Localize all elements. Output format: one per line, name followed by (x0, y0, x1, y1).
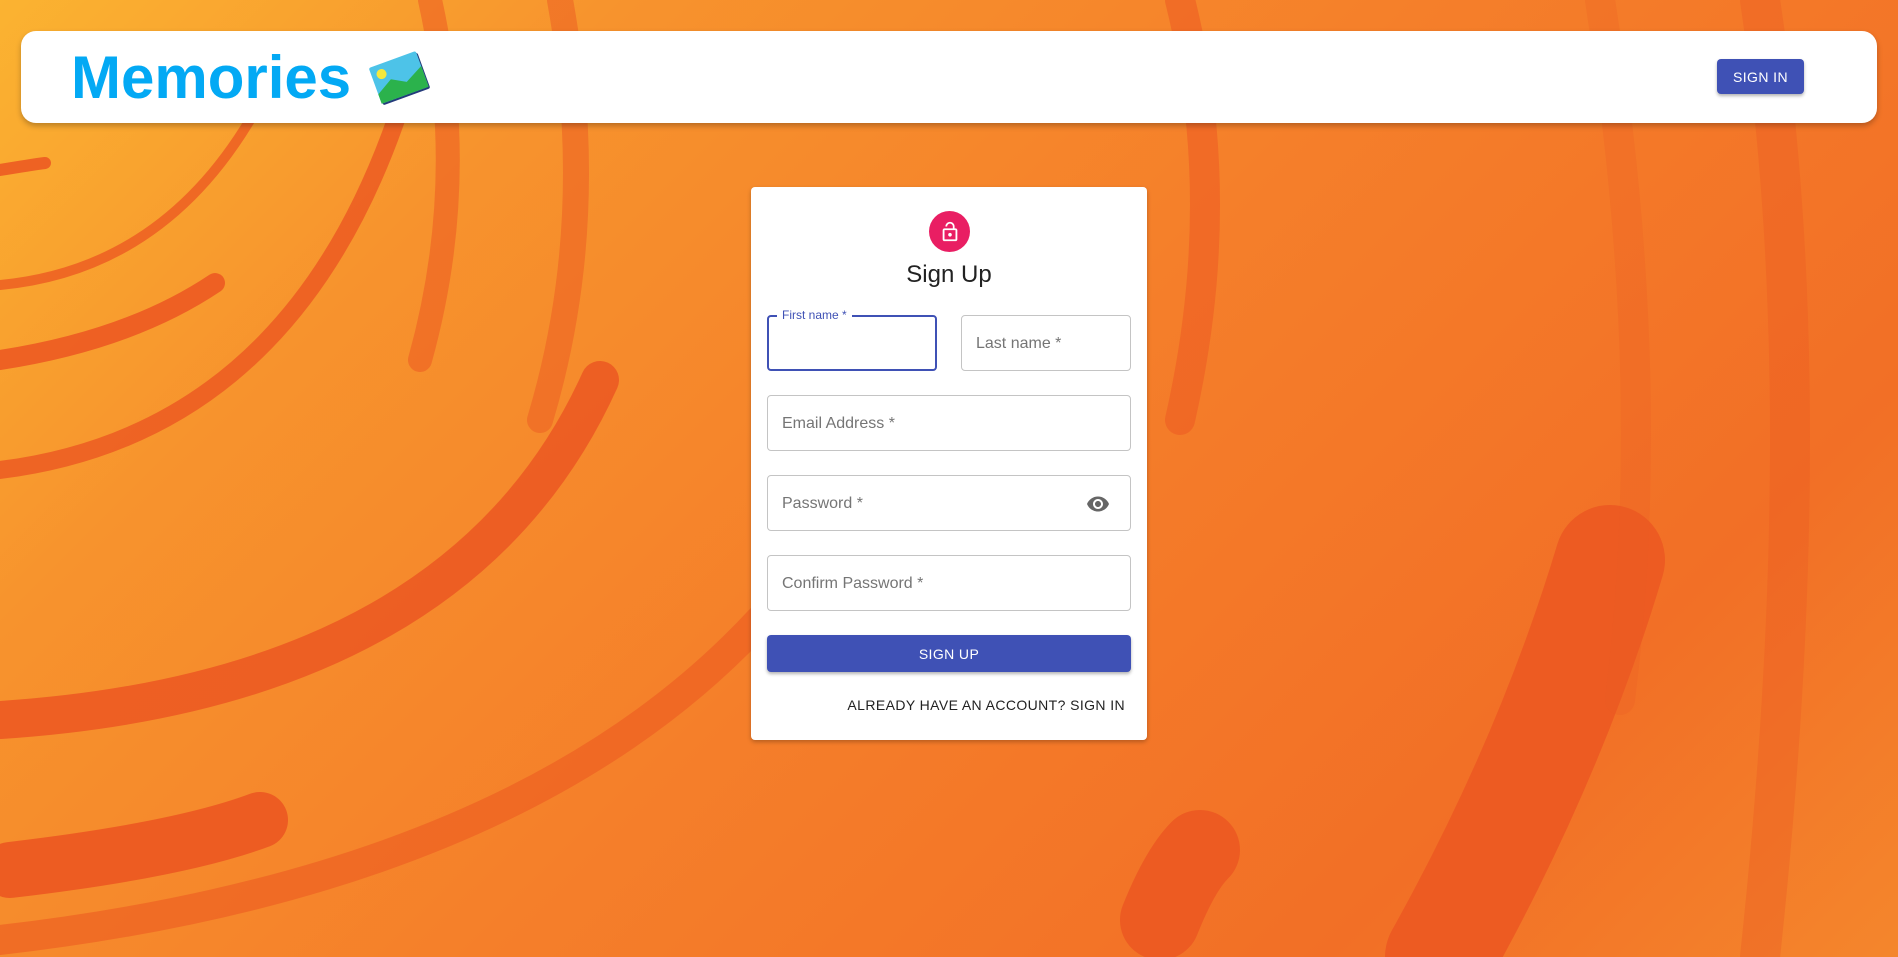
first-name-field[interactable]: First name * (767, 308, 937, 371)
last-name-input[interactable] (962, 316, 1130, 370)
signup-button[interactable]: SIGN UP (767, 635, 1131, 672)
email-input[interactable] (768, 396, 1130, 450)
brand[interactable]: Memories (71, 43, 431, 113)
email-field[interactable]: Email Address * (767, 395, 1131, 451)
last-name-field[interactable]: Last name * (961, 315, 1131, 371)
first-name-input[interactable] (769, 317, 935, 369)
confirm-password-input[interactable] (768, 556, 1130, 610)
password-input[interactable] (768, 476, 1130, 530)
signup-card: Sign Up First name * Last name * Email A… (751, 187, 1147, 740)
lock-avatar (929, 211, 970, 252)
confirm-password-field[interactable]: Confirm Password * (767, 555, 1131, 611)
eye-icon[interactable] (1086, 492, 1110, 516)
signin-button[interactable]: SIGN IN (1717, 59, 1804, 94)
switch-to-signin-link[interactable]: ALREADY HAVE AN ACCOUNT? SIGN IN (847, 693, 1125, 717)
memories-photo-icon (369, 51, 430, 105)
password-field[interactable]: Password * (767, 475, 1131, 531)
lock-icon (942, 221, 957, 241)
app-bar: Memories SIGN IN (21, 31, 1877, 123)
form-title: Sign Up (906, 261, 992, 288)
app-title[interactable]: Memories (71, 43, 351, 113)
